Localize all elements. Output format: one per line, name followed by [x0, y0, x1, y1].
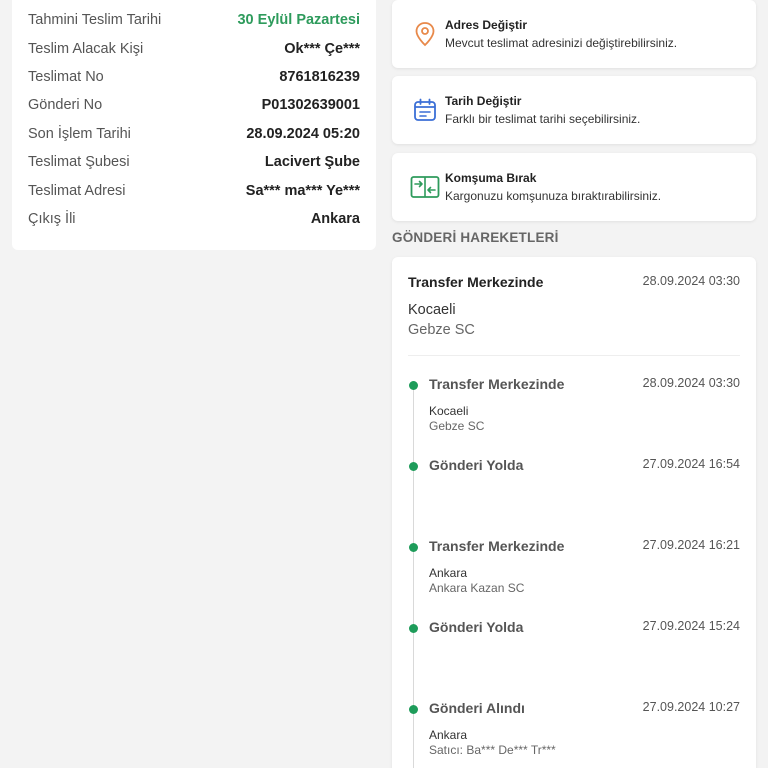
info-row-shipment-no: Gönderi No P01302639001: [28, 91, 360, 119]
shipment-tracking-page: Tahmini Teslim Tarihi 30 Eylül Pazartesi…: [0, 0, 768, 768]
shipment-movements-card: Transfer Merkezinde 28.09.2024 03:30 Koc…: [392, 257, 756, 768]
latest-city: Kocaeli: [408, 302, 456, 318]
delivery-branch: Lacivert Şube: [264, 154, 360, 171]
latest-time: 28.09.2024 03:30: [642, 274, 740, 288]
change-address-button[interactable]: Adres Değiştir Mevcut teslimat adresiniz…: [392, 0, 756, 68]
shipment-movements-heading: GÖNDERİ HAREKETLERİ: [392, 230, 559, 245]
action-title: Tarih Değiştir: [445, 94, 522, 108]
info-row-estimated-date: Tahmini Teslim Tarihi 30 Eylül Pazartesi: [28, 6, 360, 34]
timeline-event: Gönderi Alındı 27.09.2024 10:27 Ankara S…: [392, 698, 740, 768]
delivery-info-card: Tahmini Teslim Tarihi 30 Eylül Pazartesi…: [12, 0, 376, 250]
event-status: Transfer Merkezinde: [429, 538, 565, 554]
event-time: 27.09.2024 15:24: [642, 619, 740, 633]
info-label: Teslim Alacak Kişi: [28, 40, 144, 57]
latest-status: Transfer Merkezinde: [408, 274, 544, 290]
event-time: 27.09.2024 16:54: [642, 457, 740, 471]
event-status: Gönderi Yolda: [429, 619, 524, 635]
info-row-branch: Teslimat Şubesi Lacivert Şube: [28, 148, 360, 176]
timeline-event: Transfer Merkezinde 28.09.2024 03:30 Koc…: [392, 374, 740, 454]
event-status: Transfer Merkezinde: [429, 376, 565, 392]
info-label: Teslimat Şubesi: [28, 154, 130, 171]
info-label: Gönderi No: [28, 97, 103, 114]
info-row-last-action: Son İşlem Tarihi 28.09.2024 05:20: [28, 120, 360, 148]
timeline-dot: [409, 381, 418, 390]
change-date-button[interactable]: Tarih Değiştir Farklı bir teslimat tarih…: [392, 76, 756, 144]
timeline-dot: [409, 462, 418, 471]
timeline-event: Transfer Merkezinde 27.09.2024 16:21 Ank…: [392, 536, 740, 616]
timeline-dot: [409, 705, 418, 714]
event-branch: Satıcı: Ba*** De*** Tr***: [429, 743, 556, 757]
info-row-delivery-no: Teslimat No 8761816239: [28, 63, 360, 91]
timeline-dot: [409, 624, 418, 633]
event-status: Gönderi Alındı: [429, 700, 525, 716]
recipient-name: Ok*** Çe***: [284, 40, 360, 57]
info-label: Son İşlem Tarihi: [28, 125, 131, 142]
event-status: Gönderi Yolda: [429, 457, 524, 473]
shipment-number: P01302639001: [261, 97, 360, 114]
latest-movement: Transfer Merkezinde 28.09.2024 03:30 Koc…: [408, 257, 740, 356]
estimated-delivery-date: 30 Eylül Pazartesi: [237, 12, 360, 29]
event-branch: Ankara Kazan SC: [429, 581, 525, 595]
delivery-number: 8761816239: [279, 68, 360, 85]
event-city: Kocaeli: [429, 404, 469, 418]
action-description: Farklı bir teslimat tarihi seçebilirsini…: [445, 112, 641, 126]
timeline-event: Gönderi Yolda 27.09.2024 15:24: [392, 617, 740, 697]
event-branch: Gebze SC: [429, 419, 485, 433]
origin-city: Ankara: [310, 210, 360, 227]
event-city: Ankara: [429, 728, 468, 742]
delivery-address: Sa*** ma*** Ye***: [245, 182, 360, 199]
leave-with-neighbor-button[interactable]: Komşuma Bırak Kargonuzu komşunuza bırakt…: [392, 153, 756, 221]
neighbor-transfer-icon: [410, 172, 440, 202]
timeline-event: Gönderi Yolda 27.09.2024 16:54: [392, 455, 740, 535]
event-city: Ankara: [429, 566, 468, 580]
info-row-origin-city: Çıkış İli Ankara: [28, 205, 360, 233]
action-text: Komşuma Bırak Kargonuzu komşunuza bırakt…: [445, 171, 661, 203]
event-time: 27.09.2024 10:27: [642, 700, 740, 714]
last-action-date: 28.09.2024 05:20: [246, 125, 360, 142]
info-label: Teslimat Adresi: [28, 182, 126, 199]
location-pin-icon: [410, 19, 440, 49]
event-time: 28.09.2024 03:30: [642, 376, 740, 390]
info-label: Tahmini Teslim Tarihi: [28, 12, 162, 29]
latest-branch: Gebze SC: [408, 322, 475, 338]
action-description: Kargonuzu komşunuza bıraktırabilirsiniz.: [445, 189, 662, 203]
action-title: Komşuma Bırak: [445, 171, 537, 185]
calendar-icon: [410, 95, 440, 125]
action-text: Adres Değiştir Mevcut teslimat adresiniz…: [445, 18, 677, 50]
action-description: Mevcut teslimat adresinizi değiştirebili…: [445, 36, 678, 50]
action-text: Tarih Değiştir Farklı bir teslimat tarih…: [445, 94, 640, 126]
info-label: Çıkış İli: [28, 210, 76, 227]
info-label: Teslimat No: [28, 68, 104, 85]
event-time: 27.09.2024 16:21: [642, 538, 740, 552]
action-title: Adres Değiştir: [445, 18, 528, 32]
info-row-address: Teslimat Adresi Sa*** ma*** Ye***: [28, 176, 360, 204]
timeline-dot: [409, 543, 418, 552]
info-row-recipient: Teslim Alacak Kişi Ok*** Çe***: [28, 34, 360, 62]
